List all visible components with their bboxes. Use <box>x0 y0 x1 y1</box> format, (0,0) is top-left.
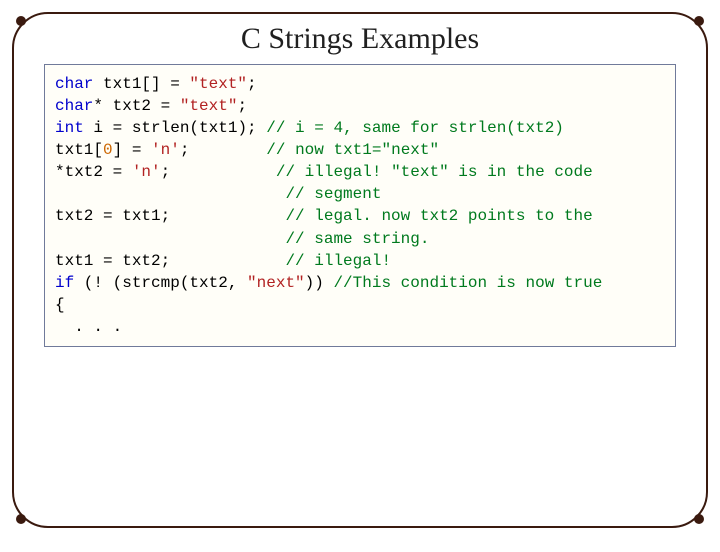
code-line-2: char* txt2 = "text"; <box>55 95 665 117</box>
code-text: txt2 = txt1; <box>55 207 285 225</box>
comment: // i = 4, same for strlen(txt2) <box>266 119 564 137</box>
code-line-7: *txt2 = 'n'; // illegal! "text" is in th… <box>55 161 665 183</box>
corner-dot-tr <box>694 16 704 26</box>
code-text: ; <box>161 163 276 181</box>
code-text: ; <box>180 141 266 159</box>
comment: // illegal! "text" is in the code <box>276 163 593 181</box>
string-literal: 'n' <box>132 163 161 181</box>
code-text: *txt2 = <box>55 163 132 181</box>
slide-title: C Strings Examples <box>14 22 706 56</box>
comment: // segment <box>285 185 381 203</box>
string-literal: 'n' <box>151 141 180 159</box>
comment: // now txt1="next" <box>266 141 439 159</box>
code-text: i = strlen(txt1); <box>84 119 266 137</box>
keyword: char <box>55 97 93 115</box>
code-line-8: // segment <box>55 183 665 205</box>
code-text: * txt2 = <box>93 97 179 115</box>
code-box: char txt1[] = "text";char* txt2 = "text"… <box>44 64 676 347</box>
string-literal: "next" <box>247 274 305 292</box>
code-text <box>55 230 285 248</box>
code-line-11: txt1 = txt2; // illegal! <box>55 250 665 272</box>
keyword: char <box>55 75 93 93</box>
string-literal: "text" <box>180 97 238 115</box>
comment: // same string. <box>285 230 429 248</box>
number-literal: 0 <box>103 141 113 159</box>
code-text: ; <box>247 75 257 93</box>
comment: //This condition is now true <box>333 274 602 292</box>
code-line-14: { <box>55 294 665 316</box>
code-text <box>55 185 285 203</box>
corner-dot-br <box>694 514 704 524</box>
code-line-10: // same string. <box>55 228 665 250</box>
code-line-13: if (! (strcmp(txt2, "next")) //This cond… <box>55 272 665 294</box>
code-text: txt1 = txt2; <box>55 252 285 270</box>
corner-dot-bl <box>16 514 26 524</box>
keyword: if <box>55 274 74 292</box>
keyword: int <box>55 119 84 137</box>
comment: // illegal! <box>285 252 391 270</box>
code-text: txt1[ <box>55 141 103 159</box>
code-text: txt1[] = <box>93 75 189 93</box>
comment: // legal. now txt2 points to the <box>285 207 592 225</box>
code-line-1: char txt1[] = "text"; <box>55 73 665 95</box>
code-line-4: int i = strlen(txt1); // i = 4, same for… <box>55 117 665 139</box>
slide-card: C Strings Examples char txt1[] = "text";… <box>12 12 708 528</box>
code-line-15: . . . <box>55 316 665 338</box>
code-line-9: txt2 = txt1; // legal. now txt2 points t… <box>55 205 665 227</box>
corner-dot-tl <box>16 16 26 26</box>
code-text: (! (strcmp(txt2, <box>74 274 247 292</box>
code-text: ; <box>237 97 247 115</box>
code-line-6: txt1[0] = 'n'; // now txt1="next" <box>55 139 665 161</box>
code-text: ] = <box>113 141 151 159</box>
code-text: )) <box>305 274 334 292</box>
string-literal: "text" <box>189 75 247 93</box>
